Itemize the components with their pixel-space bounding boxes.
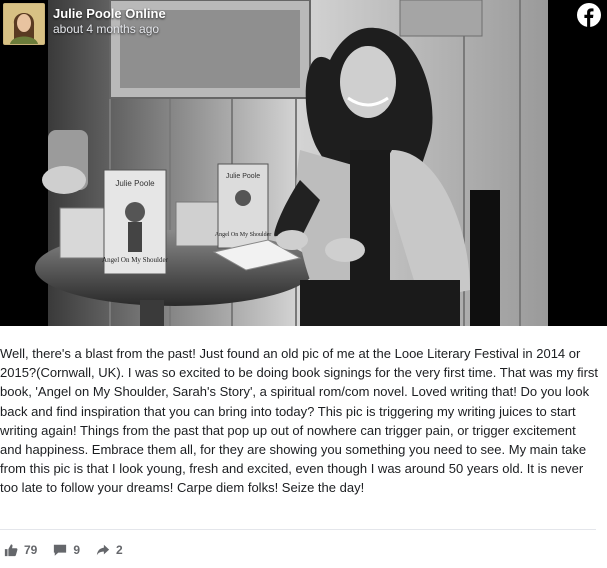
post-stats: 79 9 2 [0,540,139,560]
share-icon [96,544,110,556]
book-cover-title: Angel On My Shoulder [102,256,169,264]
thumbs-up-icon [4,544,18,557]
comment-count[interactable]: 9 [53,543,80,557]
photo-illustration: Julie Poole Angel On My Shoulder Julie P… [0,0,607,326]
book-cover-author-2: Julie Poole [226,173,260,180]
share-count[interactable]: 2 [96,543,123,557]
like-count-value: 79 [24,543,38,557]
author-name[interactable]: Julie Poole Online [53,6,166,22]
divider [0,529,596,530]
post-timestamp[interactable]: about 4 months ago [53,22,166,37]
comment-count-value: 9 [73,543,81,557]
post-photo[interactable]: Julie Poole Angel On My Shoulder Julie P… [0,0,607,326]
like-count[interactable]: 79 [4,543,37,557]
facebook-icon[interactable] [577,3,601,27]
book-cover-author: Julie Poole [115,179,155,188]
post-author: Julie Poole Online about 4 months ago [0,0,166,48]
post-caption: Well, there's a blast from the past! Jus… [0,346,599,496]
social-post: Julie Poole Angel On My Shoulder Julie P… [0,0,607,568]
share-count-value: 2 [116,543,123,557]
book-cover-title-2: Angel On My Shoulder [215,232,272,238]
comment-icon [54,544,67,556]
avatar[interactable] [3,3,45,45]
